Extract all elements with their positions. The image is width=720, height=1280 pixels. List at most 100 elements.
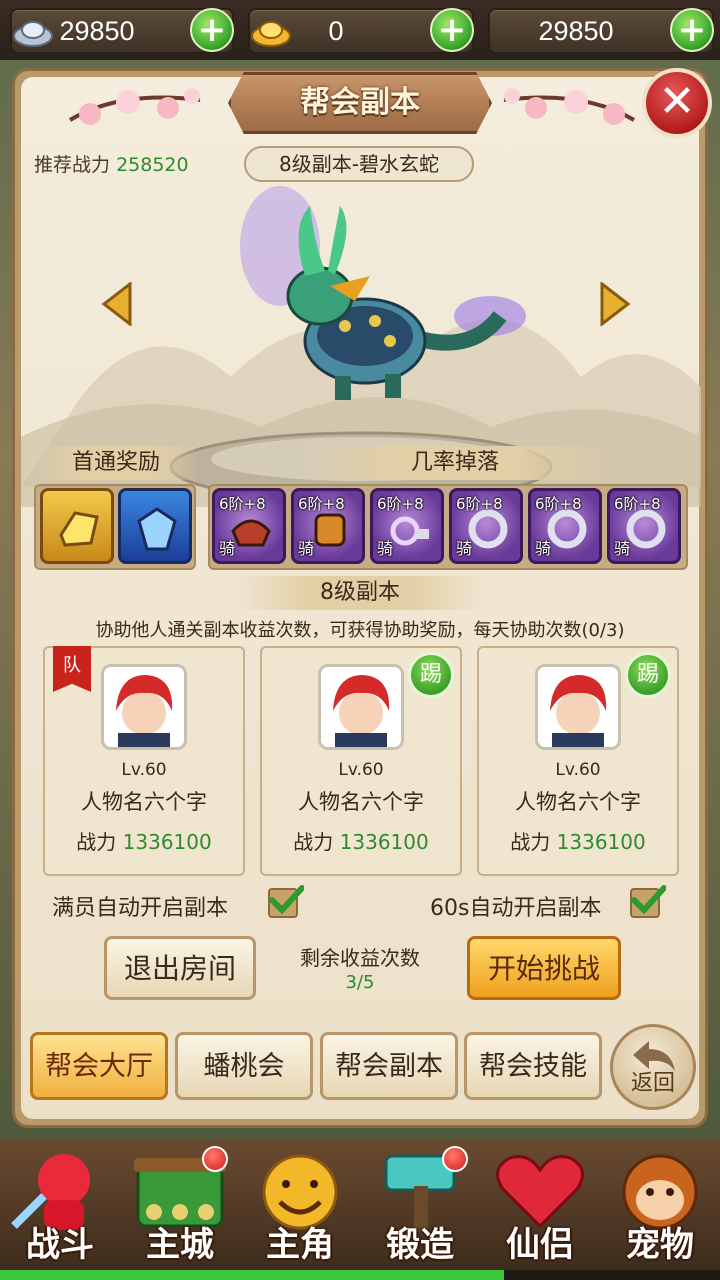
- drop-chance-header: 几率掉落: [300, 446, 610, 480]
- nav-hero[interactable]: 主角: [244, 1146, 356, 1268]
- drop-item[interactable]: 6阶+8 骑: [528, 488, 602, 564]
- third-amount: 29850: [538, 16, 614, 46]
- tab-guild-hall[interactable]: 帮会大厅: [30, 1032, 168, 1100]
- red-hair-hero-icon: [116, 675, 173, 747]
- drop-item-tag: 骑: [535, 539, 552, 558]
- member-power-label: 战力: [293, 830, 334, 854]
- member-level: Lv.60: [338, 760, 384, 780]
- currency-bar: 29850 + 0 + 29850 +: [0, 0, 720, 60]
- member-name: 人物名六个字: [298, 790, 424, 814]
- start-challenge-button[interactable]: 开始挑战: [467, 936, 621, 1000]
- remaining-count-label: 剩余收益次数: [300, 946, 420, 970]
- member-power-value: 1336100: [122, 830, 212, 854]
- add-silver-button[interactable]: +: [190, 8, 234, 52]
- gold-currency: 0 +: [248, 8, 474, 54]
- drop-item-level: 6阶+8: [456, 495, 503, 513]
- nav-label: 仙侣: [506, 1225, 574, 1265]
- recommended-power-label: 推荐战力: [34, 154, 111, 176]
- auto-start-full-checkbox[interactable]: [268, 885, 304, 918]
- silver-currency: 29850 +: [10, 8, 234, 54]
- red-hair-hero-icon: [550, 675, 607, 747]
- panel-title: 帮会副本: [300, 85, 420, 120]
- drop-item[interactable]: 6阶+8 骑: [370, 488, 444, 564]
- silver-amount: 29850: [59, 16, 135, 46]
- drop-item-level: 6阶+8: [219, 495, 266, 513]
- avatar: [101, 664, 187, 750]
- member-power-label: 战力: [510, 830, 551, 854]
- drop-item-tag: 骑: [377, 539, 394, 558]
- auto-start-60s-checkbox[interactable]: [630, 885, 666, 918]
- avatar: [535, 664, 621, 750]
- reward-item-gold[interactable]: [40, 488, 114, 564]
- member-name: 人物名六个字: [515, 790, 641, 814]
- recommended-power: 推荐战力 258520: [34, 150, 189, 177]
- member-card[interactable]: 踢 Lv.60 人物名六个字 战力 1336100: [477, 646, 679, 876]
- next-stage-arrow-icon[interactable]: [596, 282, 632, 326]
- loading-progress-fill: [0, 1270, 504, 1280]
- member-level: Lv.60: [555, 760, 601, 780]
- exit-room-button[interactable]: 退出房间: [104, 936, 256, 1000]
- third-currency: 29850 +: [488, 8, 714, 54]
- drop-item-tag: 骑: [298, 539, 315, 558]
- member-power: 战力 1336100: [479, 826, 677, 855]
- tab-guild-skills[interactable]: 帮会技能: [464, 1032, 602, 1100]
- tab-peach-feast[interactable]: 蟠桃会: [175, 1032, 313, 1100]
- drop-item-level: 6阶+8: [614, 495, 661, 513]
- kick-button[interactable]: 踢: [408, 652, 454, 698]
- member-name: 人物名六个字: [81, 790, 207, 814]
- notification-dot: [202, 1146, 228, 1172]
- drop-item[interactable]: 6阶+8 骑: [607, 488, 681, 564]
- nav-label: 主城: [146, 1225, 214, 1265]
- drop-item[interactable]: 6阶+8 骑: [291, 488, 365, 564]
- plum-blossom-right: [503, 88, 636, 125]
- drop-item-level: 6阶+8: [298, 495, 345, 513]
- nav-label: 锻造: [386, 1225, 454, 1265]
- auto-start-60s-label: 60s自动开启副本: [430, 896, 602, 921]
- member-power-label: 战力: [76, 830, 117, 854]
- nav-battle[interactable]: 战斗: [4, 1146, 116, 1268]
- tab-guild-dungeon[interactable]: 帮会副本: [320, 1032, 458, 1100]
- kick-button[interactable]: 踢: [625, 652, 671, 698]
- remaining-count-value: 3/5: [345, 972, 375, 993]
- checkmark-icon: [269, 885, 304, 915]
- add-third-button[interactable]: +: [670, 8, 714, 52]
- auto-start-full-label: 满员自动开启副本: [52, 896, 229, 921]
- drop-item[interactable]: 6阶+8 骑: [212, 488, 286, 564]
- nav-forge[interactable]: 锻造: [364, 1146, 476, 1268]
- gold-gauntlet-icon: [59, 511, 99, 547]
- nav-label: 宠物: [626, 1225, 694, 1265]
- recommended-power-value: 258520: [116, 154, 189, 176]
- member-power-value: 1336100: [339, 830, 429, 854]
- back-button[interactable]: 返回: [610, 1024, 696, 1110]
- reward-item-blue[interactable]: [118, 488, 192, 564]
- blue-crystal-icon: [137, 507, 177, 551]
- loading-progress-bar: [0, 1270, 720, 1280]
- team-leader-badge: 队: [53, 646, 91, 692]
- notification-dot: [442, 1146, 468, 1172]
- nav-partner[interactable]: 仙侣: [484, 1146, 596, 1268]
- member-power: 战力 1336100: [262, 826, 460, 855]
- drop-item-tag: 骑: [614, 539, 631, 558]
- member-level: Lv.60: [121, 760, 167, 780]
- nav-pet[interactable]: 宠物: [604, 1146, 716, 1268]
- member-power: 战力 1336100: [45, 826, 243, 855]
- stage-name: 8级副本-碧水玄蛇: [244, 146, 474, 182]
- red-hair-hero-icon: [333, 675, 390, 747]
- drop-item-level: 6阶+8: [377, 495, 424, 513]
- boss-serpent-image: [240, 186, 526, 400]
- previous-stage-arrow-icon[interactable]: [100, 282, 136, 326]
- drop-item-level: 6阶+8: [535, 495, 582, 513]
- member-card[interactable]: 踢 Lv.60 人物名六个字 战力 1336100: [260, 646, 462, 876]
- assist-info-text: 协助他人通关副本收益次数，可获得协助奖励，每天协助次数(0/3): [95, 620, 625, 641]
- add-gold-button[interactable]: +: [430, 8, 474, 52]
- nav-label: 主角: [266, 1225, 334, 1265]
- back-label: 返回: [630, 1071, 675, 1096]
- plum-blossom-left: [68, 88, 201, 125]
- first-clear-reward-header: 首通奖励: [34, 446, 198, 480]
- gold-amount: 0: [328, 16, 344, 46]
- nav-main-city[interactable]: 主城: [124, 1146, 236, 1268]
- member-card[interactable]: 队 Lv.60 人物名六个字 战力 1336100: [43, 646, 245, 876]
- checkmark-icon: [631, 885, 666, 915]
- close-button[interactable]: ✕: [642, 68, 712, 138]
- drop-item[interactable]: 6阶+8 骑: [449, 488, 523, 564]
